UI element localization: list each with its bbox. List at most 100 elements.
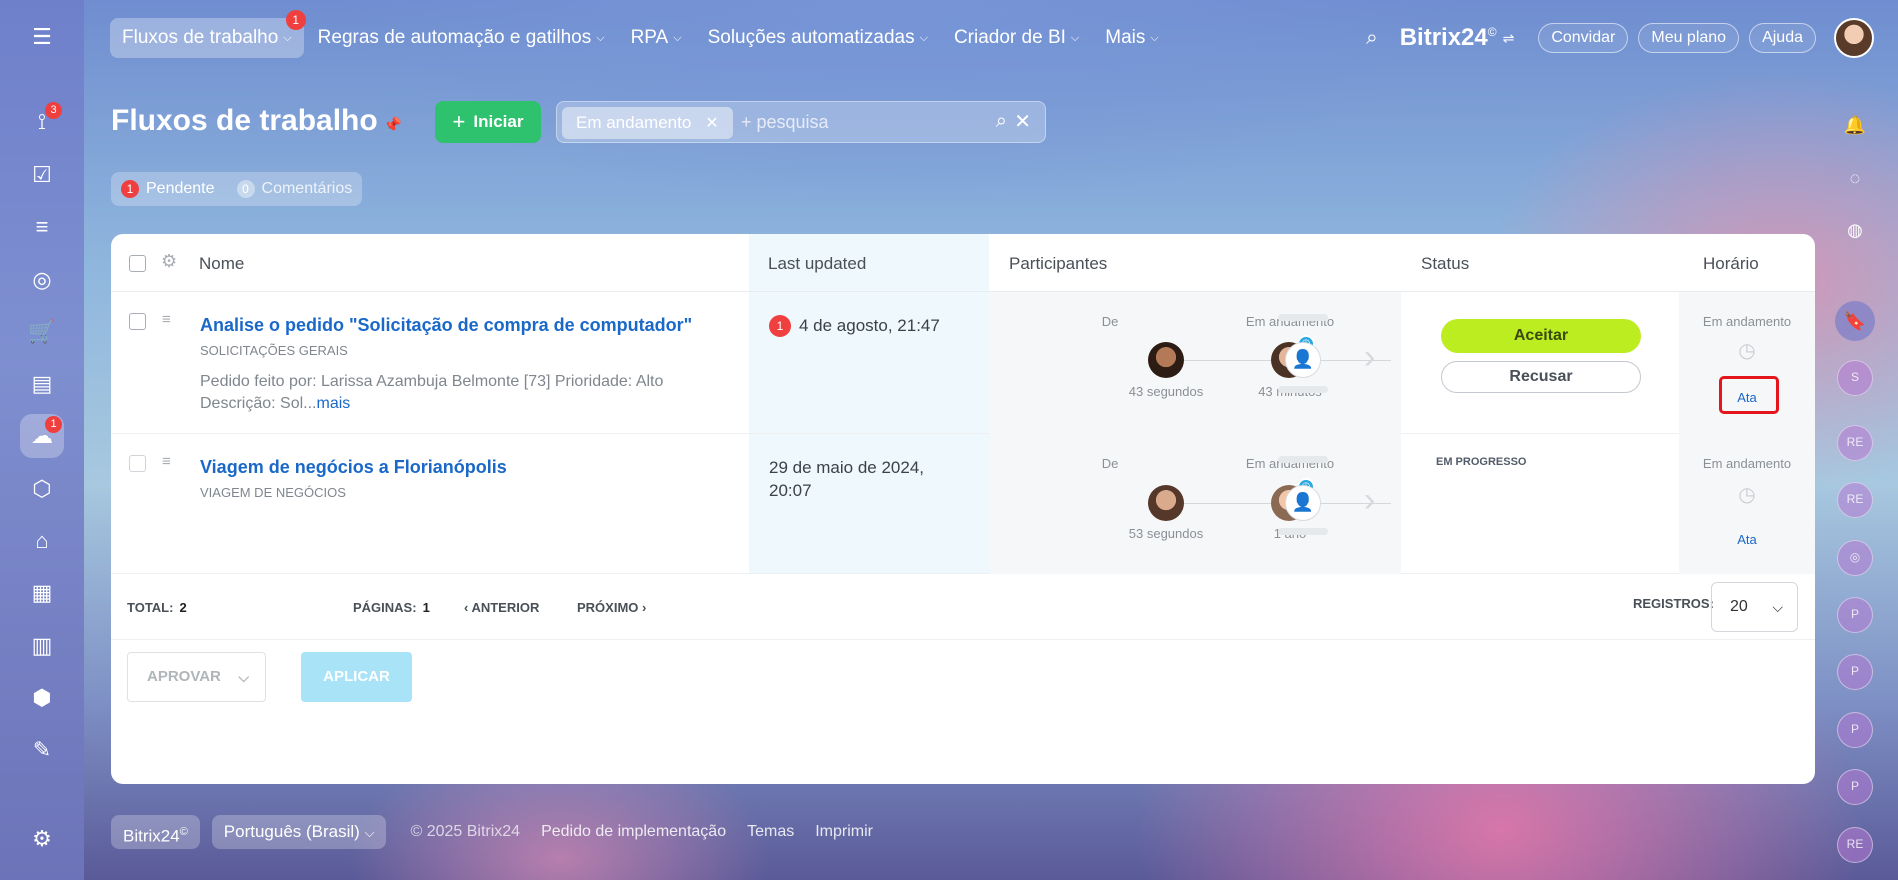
clear-icon[interactable]: ✕ — [1014, 109, 1031, 134]
target-icon[interactable]: ◎ — [20, 258, 64, 302]
bell-icon[interactable]: 🔔 — [1835, 105, 1875, 145]
participant-avatar[interactable] — [1148, 485, 1184, 521]
sign-document-icon[interactable]: ✎ — [20, 728, 64, 772]
row-checkbox[interactable] — [129, 313, 146, 330]
start-button[interactable]: + Iniciar — [435, 101, 541, 143]
from-time: 43 segundos — [1128, 384, 1204, 399]
filter-search-box[interactable]: Em andamento ✕ + pesquisa ⌕ ✕ — [556, 101, 1046, 143]
chevron-down-icon: ⌵ — [364, 825, 375, 840]
more-link[interactable]: mais — [316, 395, 350, 412]
comments-counter[interactable]: 0 Comentários — [236, 180, 352, 198]
search-icon[interactable]: ⌕ — [996, 110, 1007, 133]
contact-card-icon[interactable]: ▤ — [20, 362, 64, 406]
pagination-bar: TOTAL: 2 PÁGINAS: 1 ‹ ANTERIOR PRÓXIMO › R… — [111, 574, 1815, 640]
row-checkbox[interactable] — [129, 455, 146, 472]
copyright-text: © 2025 Bitrix24 — [410, 823, 521, 840]
participant-connector — [1184, 503, 1271, 504]
chat-avatar[interactable]: P — [1837, 769, 1873, 805]
top-navigation: Fluxos de trabalho ⌵ 1 Regras de automação… — [110, 10, 1173, 58]
nav-automation-rules[interactable]: Regras de automação e gatilhos ⌵ — [306, 18, 617, 58]
chevron-right-icon: › — [638, 600, 647, 615]
filter-chip[interactable]: Em andamento ✕ — [562, 107, 733, 139]
close-icon[interactable]: ✕ — [705, 115, 718, 132]
workflow-title-link[interactable]: Analise o pedido "Solicitação de compra … — [200, 315, 692, 336]
header-time[interactable]: Horário — [1703, 254, 1759, 274]
chat-avatar[interactable]: RE — [1837, 482, 1873, 518]
chevron-down-icon: ⌵ — [238, 669, 249, 685]
chevron-right-icon[interactable]: › — [1364, 481, 1375, 520]
header-last-updated[interactable]: Last updated — [768, 254, 866, 274]
right-sidebar: 🔔 ◌ ◍ 🔖 S RE RE ◎ P P P P RE — [1814, 0, 1898, 880]
accept-button[interactable]: Aceitar — [1441, 319, 1641, 353]
bulk-action-select[interactable]: APROVAR ⌵ — [127, 652, 266, 702]
chevron-down-icon: ⌵ — [1070, 32, 1080, 44]
chat-avatar[interactable]: S — [1837, 360, 1873, 396]
workflow-category: SOLICITAÇÕES GERAIS — [200, 343, 348, 358]
nav-workflows[interactable]: Fluxos de trabalho ⌵ 1 — [110, 10, 306, 58]
header-participants[interactable]: Participantes — [1009, 254, 1107, 274]
participant-avatar[interactable] — [1148, 342, 1184, 378]
chevron-down-icon: ⌵ — [1150, 32, 1159, 44]
comment-badge[interactable]: 1 — [769, 315, 791, 337]
chevron-right-icon[interactable]: › — [1364, 338, 1375, 377]
minutes-link[interactable]: Ata — [1679, 532, 1815, 547]
footer-link-implementation[interactable]: Pedido de implementação — [541, 823, 726, 841]
box-icon[interactable]: ⬡ — [20, 467, 64, 511]
nav-more[interactable]: Mais ⌵ — [1093, 18, 1170, 58]
drag-handle-icon[interactable]: ≡ — [162, 454, 179, 469]
next-page-button[interactable]: PRÓXIMO › — [577, 600, 646, 615]
chevron-down-icon: ⌵ — [673, 32, 682, 44]
workflow-icon[interactable]: ⟟ 3 — [20, 100, 64, 144]
grid-header: ⚙ Nome Last updated Participantes Status… — [111, 234, 1815, 292]
chat-avatar[interactable]: RE — [1837, 425, 1873, 461]
automation-icon[interactable]: ☁ 1 — [20, 414, 64, 458]
chat-avatar-icon[interactable]: ◎ — [1837, 540, 1873, 576]
chat-avatar[interactable]: RE — [1837, 827, 1873, 863]
nav-rpa[interactable]: RPA ⌵ — [619, 18, 694, 58]
table-row: ≡ Viagem de negócios a Florianópolis VIA… — [111, 434, 1815, 574]
brand-logo[interactable]: Bitrix24© — [1400, 24, 1497, 52]
gear-icon[interactable]: ⚙ — [161, 251, 177, 272]
header-status[interactable]: Status — [1421, 254, 1469, 274]
language-select[interactable]: Português (Brasil) ⌵ — [211, 815, 387, 849]
footer-link-print[interactable]: Imprimir — [815, 823, 873, 841]
settings-sliders-icon[interactable]: ⇌ — [1503, 30, 1515, 47]
search-input[interactable]: + pesquisa — [741, 112, 829, 133]
calendar-icon[interactable]: ▦ — [20, 571, 64, 615]
from-label: De — [1101, 314, 1119, 329]
menu-icon[interactable]: ☰ — [20, 15, 64, 59]
records-per-page-select[interactable]: 20 ⌵ — [1711, 582, 1798, 632]
placeholder-bar — [1278, 314, 1328, 321]
my-plan-button[interactable]: Meu plano — [1638, 23, 1740, 53]
crm-funnel-icon[interactable]: ≡ — [20, 205, 64, 249]
decline-button[interactable]: Recusar — [1441, 361, 1641, 393]
footer-brand-button[interactable]: Bitrix24© — [111, 815, 200, 849]
bookmark-icon[interactable]: 🔖 — [1835, 301, 1875, 341]
chat-search-icon[interactable]: ◍ — [1835, 210, 1875, 250]
nav-automated-solutions[interactable]: Soluções automatizadas ⌵ — [696, 18, 940, 58]
pin-icon[interactable]: 📌 — [383, 116, 402, 134]
copilot-icon[interactable]: ◌ — [1835, 158, 1875, 198]
warehouse-icon[interactable]: ⌂ — [20, 519, 64, 563]
pending-counter[interactable]: 1 Pendente — [121, 180, 215, 198]
hexagon-icon[interactable]: ⬢ — [20, 676, 64, 720]
analytics-icon[interactable]: ▥ — [20, 624, 64, 668]
total-count: TOTAL: 2 — [127, 600, 187, 615]
invite-button[interactable]: Convidar — [1538, 23, 1629, 53]
chat-avatar[interactable]: P — [1837, 712, 1873, 748]
workflow-title-link[interactable]: Viagem de negócios a Florianópolis — [200, 457, 507, 478]
tasks-icon[interactable]: ☑ — [20, 153, 64, 197]
drag-handle-icon[interactable]: ≡ — [162, 312, 179, 327]
select-all-checkbox[interactable] — [129, 255, 146, 272]
chat-avatar[interactable]: P — [1837, 654, 1873, 690]
nav-bi-builder[interactable]: Criador de BI ⌵ — [942, 18, 1091, 58]
prev-page-button[interactable]: ‹ ANTERIOR — [464, 600, 539, 615]
gear-icon[interactable]: ⚙ — [20, 817, 64, 861]
footer-link-themes[interactable]: Temas — [747, 823, 794, 841]
header-name[interactable]: Nome — [199, 254, 244, 274]
chat-avatar[interactable]: P — [1837, 597, 1873, 633]
cart-icon[interactable]: 🛒 — [20, 310, 64, 354]
apply-button[interactable]: APLICAR — [301, 652, 412, 702]
help-button[interactable]: Ajuda — [1749, 23, 1816, 53]
search-icon[interactable]: ⌕ — [1366, 26, 1378, 50]
